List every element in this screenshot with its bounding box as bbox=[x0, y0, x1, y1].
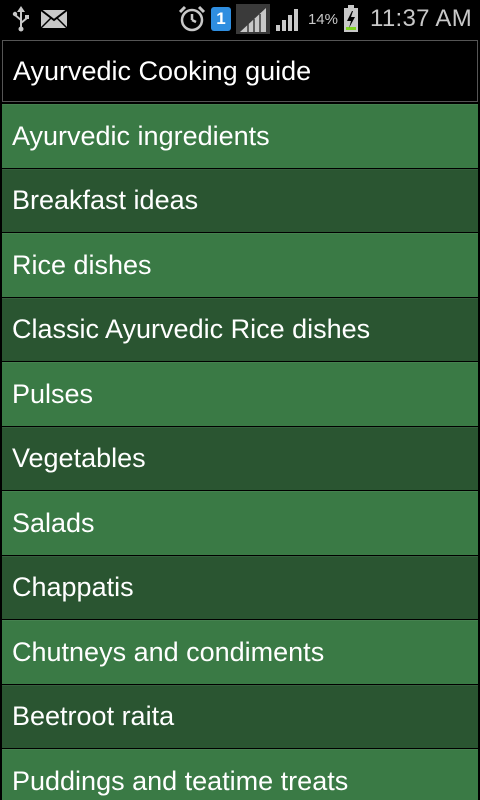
list-item-label: Ayurvedic ingredients bbox=[12, 120, 270, 151]
clock: 11:37 AM bbox=[369, 5, 472, 32]
list-item-label: Vegetables bbox=[12, 443, 146, 474]
list-item-chappatis[interactable]: Chappatis bbox=[2, 555, 478, 619]
notification-icons bbox=[12, 6, 68, 32]
list-item-label: Classic Ayurvedic Rice dishes bbox=[12, 314, 371, 345]
signal-icon bbox=[275, 6, 301, 32]
list-item-breakfast-ideas[interactable]: Breakfast ideas bbox=[2, 168, 478, 232]
list-item-label: Pulses bbox=[12, 378, 94, 409]
battery-charging-icon bbox=[343, 5, 359, 33]
list-item-ayurvedic-ingredients[interactable]: Ayurvedic ingredients bbox=[2, 104, 478, 168]
list-item-rice-dishes[interactable]: Rice dishes bbox=[2, 233, 478, 297]
alarm-icon bbox=[178, 5, 206, 33]
list-item-label: Salads bbox=[12, 507, 95, 538]
app-content: Ayurvedic Cooking guide Ayurvedic ingred… bbox=[0, 38, 480, 800]
system-icons: 1 14% 11:37 AM bbox=[178, 4, 472, 34]
list-item-chutneys-and-condiments[interactable]: Chutneys and condiments bbox=[2, 620, 478, 684]
list-item-label: Chappatis bbox=[12, 572, 134, 603]
list-item-salads[interactable]: Salads bbox=[2, 491, 478, 555]
sim-badge: 1 bbox=[210, 7, 231, 31]
list-item-label: Beetroot raita bbox=[12, 701, 175, 732]
phone-screen: 1 14% 11:37 AM Ayurvedic Cooking guide A… bbox=[0, 0, 480, 800]
email-icon bbox=[40, 9, 68, 29]
signal-icon bbox=[235, 4, 270, 34]
usb-icon bbox=[12, 6, 30, 32]
list-item-classic-ayurvedic-rice-dishes[interactable]: Classic Ayurvedic Rice dishes bbox=[2, 297, 478, 361]
list-item-vegetables[interactable]: Vegetables bbox=[2, 426, 478, 490]
list-item-label: Rice dishes bbox=[12, 249, 152, 280]
list-item-label: Chutneys and condiments bbox=[12, 636, 325, 667]
app-title: Ayurvedic Cooking guide bbox=[13, 55, 312, 86]
list-item-pulses[interactable]: Pulses bbox=[2, 362, 478, 426]
status-bar: 1 14% 11:37 AM bbox=[0, 0, 480, 38]
list-item-puddings-and-teatime-treats[interactable]: Puddings and teatime treats bbox=[2, 749, 478, 800]
list-item-label: Breakfast ideas bbox=[12, 185, 199, 216]
list-item-beetroot-raita[interactable]: Beetroot raita bbox=[2, 684, 478, 748]
list-item-label: Puddings and teatime treats bbox=[12, 765, 349, 796]
title-bar: Ayurvedic Cooking guide bbox=[2, 40, 478, 102]
battery-percent: 14% bbox=[307, 10, 338, 28]
menu-list: Ayurvedic ingredients Breakfast ideas Ri… bbox=[2, 104, 478, 800]
